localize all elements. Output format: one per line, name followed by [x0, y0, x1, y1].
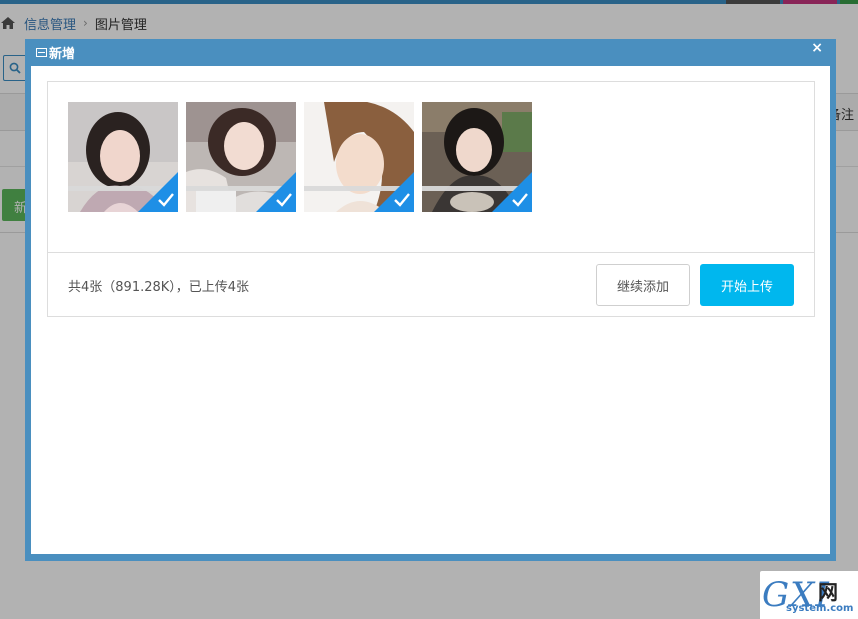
check-icon	[492, 172, 532, 212]
start-upload-button[interactable]: 开始上传	[700, 264, 794, 306]
uploader-status-bar: 共4张（891.28K），已上传4张 继续添加 开始上传	[48, 252, 814, 317]
uploaded-thumbnail[interactable]	[68, 102, 178, 212]
image-uploader: 共4张（891.28K），已上传4张 继续添加 开始上传	[47, 81, 815, 317]
watermark-domain: system.com	[786, 603, 854, 614]
uploaded-thumbnail[interactable]	[186, 102, 296, 212]
watermark-brand-cn: 网	[818, 580, 838, 604]
dialog-title: 新增	[49, 46, 76, 62]
check-icon	[374, 172, 414, 212]
watermark-logo: GXI 网 system.com	[760, 571, 858, 619]
dialog-body: 共4张（891.28K），已上传4张 继续添加 开始上传	[31, 66, 830, 554]
dialog-title-bar: 新增	[36, 44, 76, 62]
add-dialog: 新增 × 共4张（891.28K），已上传4张 继续添加 开始上传	[25, 39, 836, 561]
uploaded-thumbnail[interactable]	[304, 102, 414, 212]
thumbnail-list	[68, 102, 532, 212]
close-icon[interactable]: ×	[811, 40, 823, 56]
check-icon	[138, 172, 178, 212]
check-icon	[256, 172, 296, 212]
upload-summary: 共4张（891.28K），已上传4张	[68, 280, 250, 295]
window-icon	[36, 47, 47, 57]
continue-add-button[interactable]: 继续添加	[596, 264, 690, 306]
uploaded-thumbnail[interactable]	[422, 102, 532, 212]
